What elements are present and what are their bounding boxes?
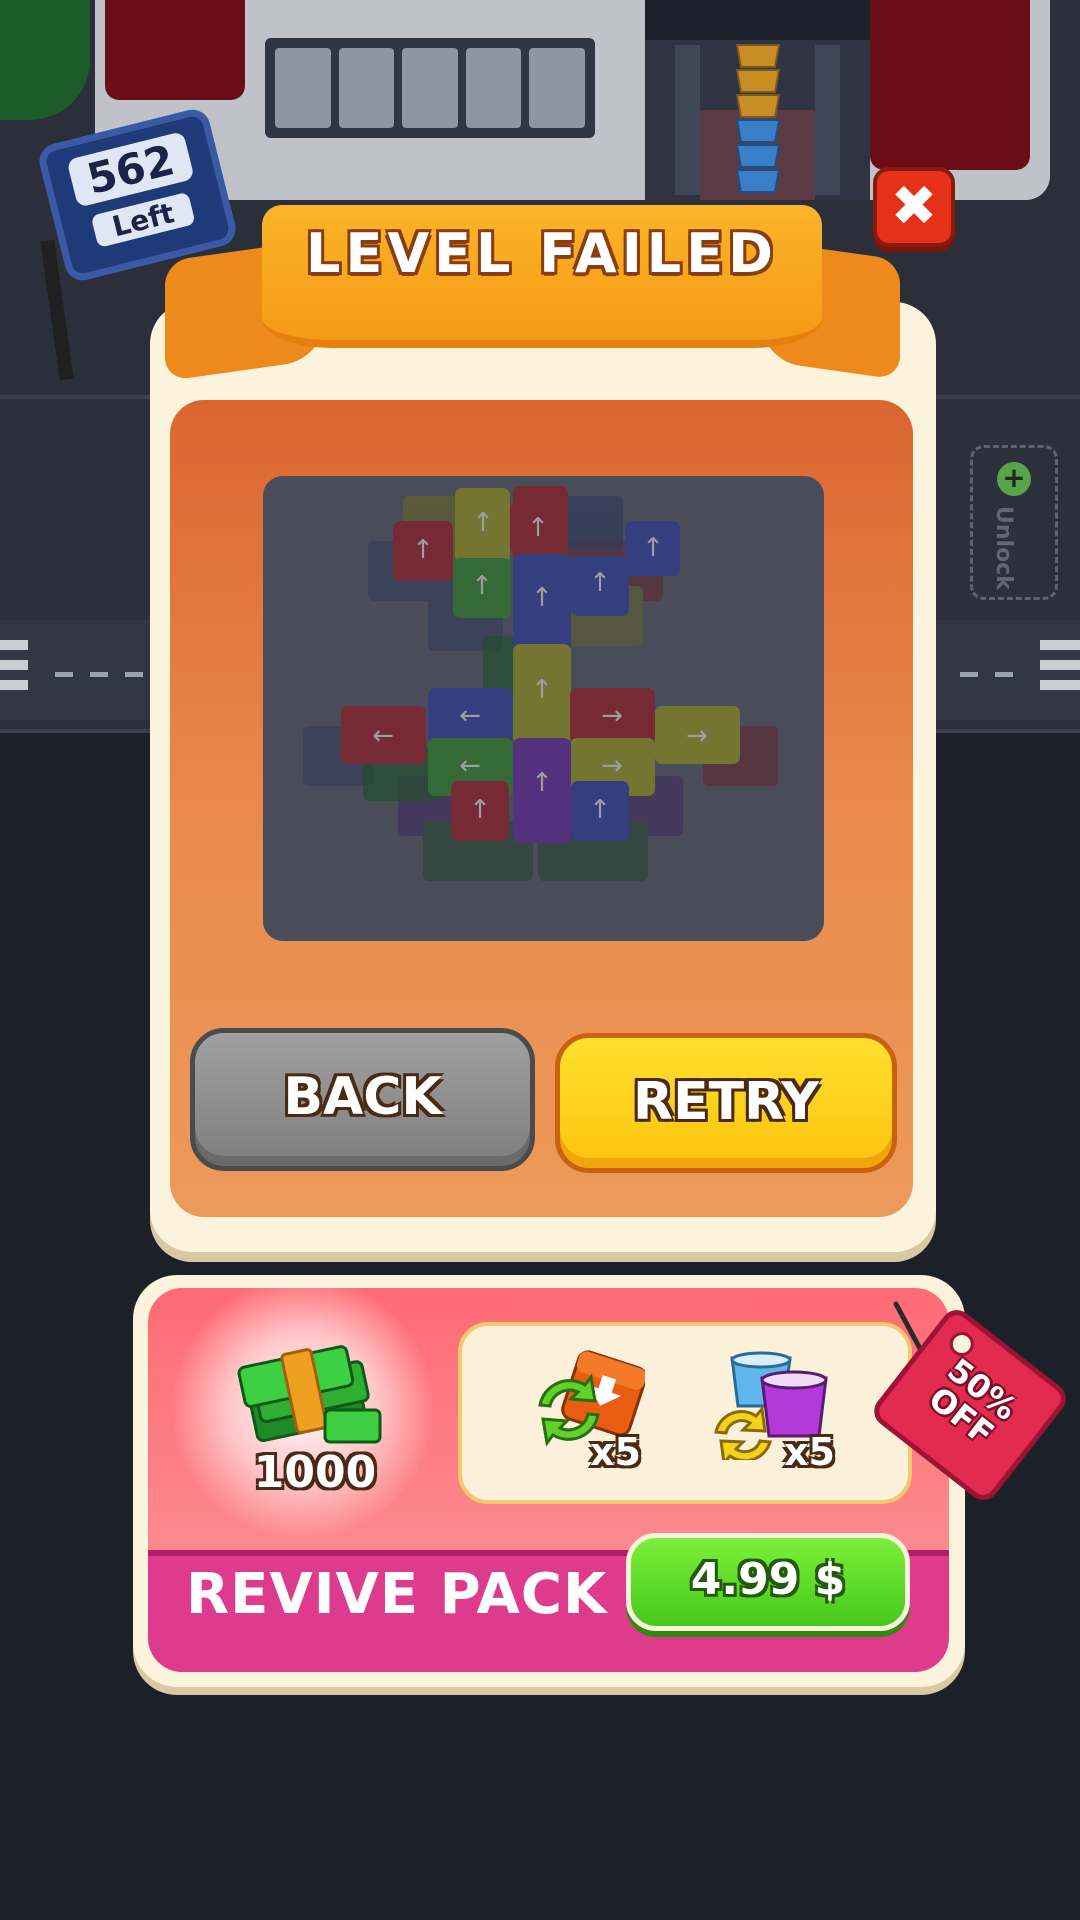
background-awning — [870, 0, 1030, 170]
offer-items-box — [458, 1322, 912, 1504]
plus-icon: + — [997, 462, 1031, 496]
swap-quantity: x5 — [784, 1430, 835, 1474]
lane-marking — [995, 672, 1013, 677]
background-window — [265, 38, 595, 138]
level-preview: .arr { font-family:"DejaVu Sans", sans-s… — [263, 476, 824, 941]
retry-button-label: RETRY — [633, 1072, 819, 1132]
lane-marking — [55, 672, 73, 677]
cash-stack-icon — [235, 1340, 385, 1450]
crosswalk — [1040, 640, 1080, 700]
retry-button[interactable]: RETRY — [555, 1033, 897, 1173]
background-cup-dispenser — [645, 0, 870, 200]
buy-button[interactable]: 4.99 $ — [626, 1533, 910, 1631]
lane-marking — [960, 672, 978, 677]
close-icon: ✖ — [890, 174, 938, 239]
lane-marking — [90, 672, 108, 677]
crosswalk — [0, 640, 28, 700]
unlock-label: Unlock — [991, 506, 1016, 590]
cash-amount: 1000 — [253, 1447, 377, 1498]
lane-marking — [125, 672, 143, 677]
block-puzzle-board: .arr { font-family:"DejaVu Sans", sans-s… — [263, 476, 824, 941]
price-label: 4.99 $ — [690, 1554, 846, 1605]
unlock-slot[interactable]: + Unlock — [970, 445, 1058, 600]
back-button-label: BACK — [283, 1067, 442, 1127]
dialog-title: LEVEL FAILED — [306, 222, 778, 285]
shuffle-quantity: x5 — [590, 1430, 641, 1474]
offer-title: REVIVE PACK — [186, 1562, 608, 1627]
cup-stack-icon — [645, 0, 870, 200]
background-awning — [105, 0, 245, 100]
close-button[interactable]: ✖ — [873, 167, 955, 247]
back-button[interactable]: BACK — [190, 1028, 535, 1171]
